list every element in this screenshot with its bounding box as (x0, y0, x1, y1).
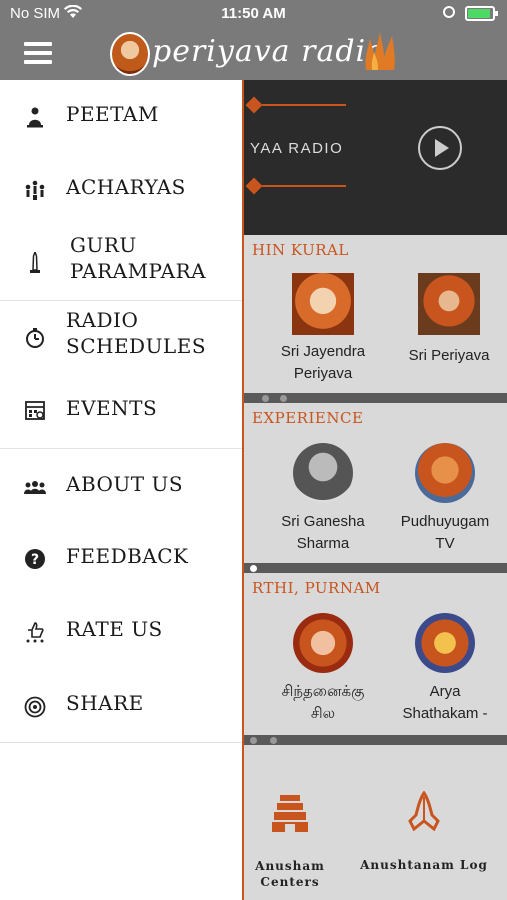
menu-item-radio-schedules[interactable]: RADIO SCHEDULES (0, 301, 242, 375)
menu-label: GURU PARAMPARA (70, 233, 207, 283)
program-item[interactable]: சிந்தனைக்கு சில (268, 613, 378, 725)
menu-label: PEETAM (66, 102, 159, 126)
flame-logo-icon (365, 32, 395, 70)
program-item[interactable]: Arya Shathakam - (390, 613, 500, 725)
program-thumbnail (418, 273, 480, 335)
side-drawer: PEETAM ACHARYAS GURU PARAMPARA RADIO SCH… (0, 80, 244, 900)
orientation-lock-icon (443, 6, 455, 18)
program-section: EXPERIENCE Sri Ganesha Sharma Pudhuyugam… (244, 403, 507, 563)
temple-icon (272, 795, 308, 832)
menu-icon[interactable] (24, 42, 52, 64)
app-header: periyava radio (0, 28, 507, 80)
program-thumbnail (292, 273, 354, 335)
svg-text:?: ? (31, 552, 39, 568)
ornament-divider (244, 177, 348, 195)
tile-label: Anushtanam Log (360, 858, 488, 872)
calendar-icon (25, 401, 45, 420)
menu-divider (0, 742, 242, 743)
question-icon: ? (25, 549, 45, 569)
carousel-dots (244, 563, 507, 573)
menu-label: RATE US (66, 617, 163, 641)
menu-label: SHARE (66, 691, 144, 715)
program-item[interactable]: Sri Ganesha Sharma (268, 443, 378, 555)
anushtanam-log-tile[interactable]: Anushtanam Log (356, 790, 492, 872)
program-thumbnail (293, 613, 353, 673)
thumbs-up-icon (26, 622, 44, 643)
program-label: சிந்தனைக்கு சில (281, 683, 365, 722)
battery-icon (465, 6, 498, 21)
carousel-dots (244, 735, 507, 745)
menu-label: RADIO SCHEDULES (66, 308, 207, 358)
group-icon (24, 481, 46, 494)
stopwatch-icon (26, 328, 44, 348)
praying-hands-icon (408, 790, 440, 832)
section-title: EXPERIENCE (252, 409, 364, 427)
menu-item-feedback[interactable]: ? FEEDBACK (0, 522, 242, 595)
program-section: RTHI, PURNAM சிந்தனைக்கு சில Arya Shatha… (244, 573, 507, 735)
share-icon (24, 696, 46, 718)
logo-avatar (110, 32, 150, 76)
section-title: RTHI, PURNAM (252, 579, 381, 597)
anusham-centers-tile[interactable]: Anusham Centers (252, 793, 328, 890)
player-title: YAA RADIO (250, 140, 344, 157)
program-item[interactable]: Sri Periyava (394, 273, 504, 367)
tower-icon (30, 252, 40, 273)
program-label: Arya Shathakam - (402, 683, 488, 722)
program-thumbnail (415, 613, 475, 673)
menu-item-events[interactable]: EVENTS (0, 375, 242, 448)
menu-item-share[interactable]: SHARE (0, 668, 242, 742)
menu-label: ACHARYAS (66, 175, 186, 199)
home-content: YAA RADIO HIN KURAL Sri Jayendra Periyav… (244, 80, 507, 900)
menu-label: EVENTS (66, 396, 158, 420)
peetam-icon (27, 107, 43, 128)
acharyas-icon (25, 180, 45, 200)
program-label: Sri Periyava (408, 347, 490, 364)
program-label: Sri Jayendra Periyava (280, 343, 366, 382)
menu-item-peetam[interactable]: PEETAM (0, 80, 242, 153)
ornament-divider (244, 96, 348, 114)
program-label: Pudhuyugam TV (400, 513, 490, 552)
program-label: Sri Ganesha Sharma (281, 513, 365, 552)
status-time: 11:50 AM (221, 5, 286, 22)
status-bar: No SIM 11:50 AM (0, 0, 507, 28)
menu-label: ABOUT US (66, 472, 184, 496)
tile-label: Anusham Centers (255, 859, 325, 889)
radio-player: YAA RADIO (244, 80, 507, 235)
bottom-tiles: Anusham Centers Anushtanam Log (244, 745, 507, 900)
program-item[interactable]: Pudhuyugam TV (390, 443, 500, 555)
program-thumbnail (415, 443, 475, 503)
program-item[interactable]: Sri Jayendra Periyava (268, 273, 378, 385)
menu-item-guru-parampara[interactable]: GURU PARAMPARA (0, 226, 242, 300)
play-button[interactable] (418, 126, 462, 170)
menu-item-about-us[interactable]: ABOUT US (0, 449, 242, 522)
program-thumbnail (293, 443, 353, 503)
section-title: HIN KURAL (252, 241, 349, 259)
program-section: HIN KURAL Sri Jayendra Periyava Sri Peri… (244, 235, 507, 393)
menu-item-acharyas[interactable]: ACHARYAS (0, 153, 242, 226)
carousel-dots (244, 393, 507, 403)
app-logo-text: periyava radio (152, 34, 386, 69)
menu-label: FEEDBACK (66, 544, 189, 568)
menu-item-rate-us[interactable]: RATE US (0, 595, 242, 668)
